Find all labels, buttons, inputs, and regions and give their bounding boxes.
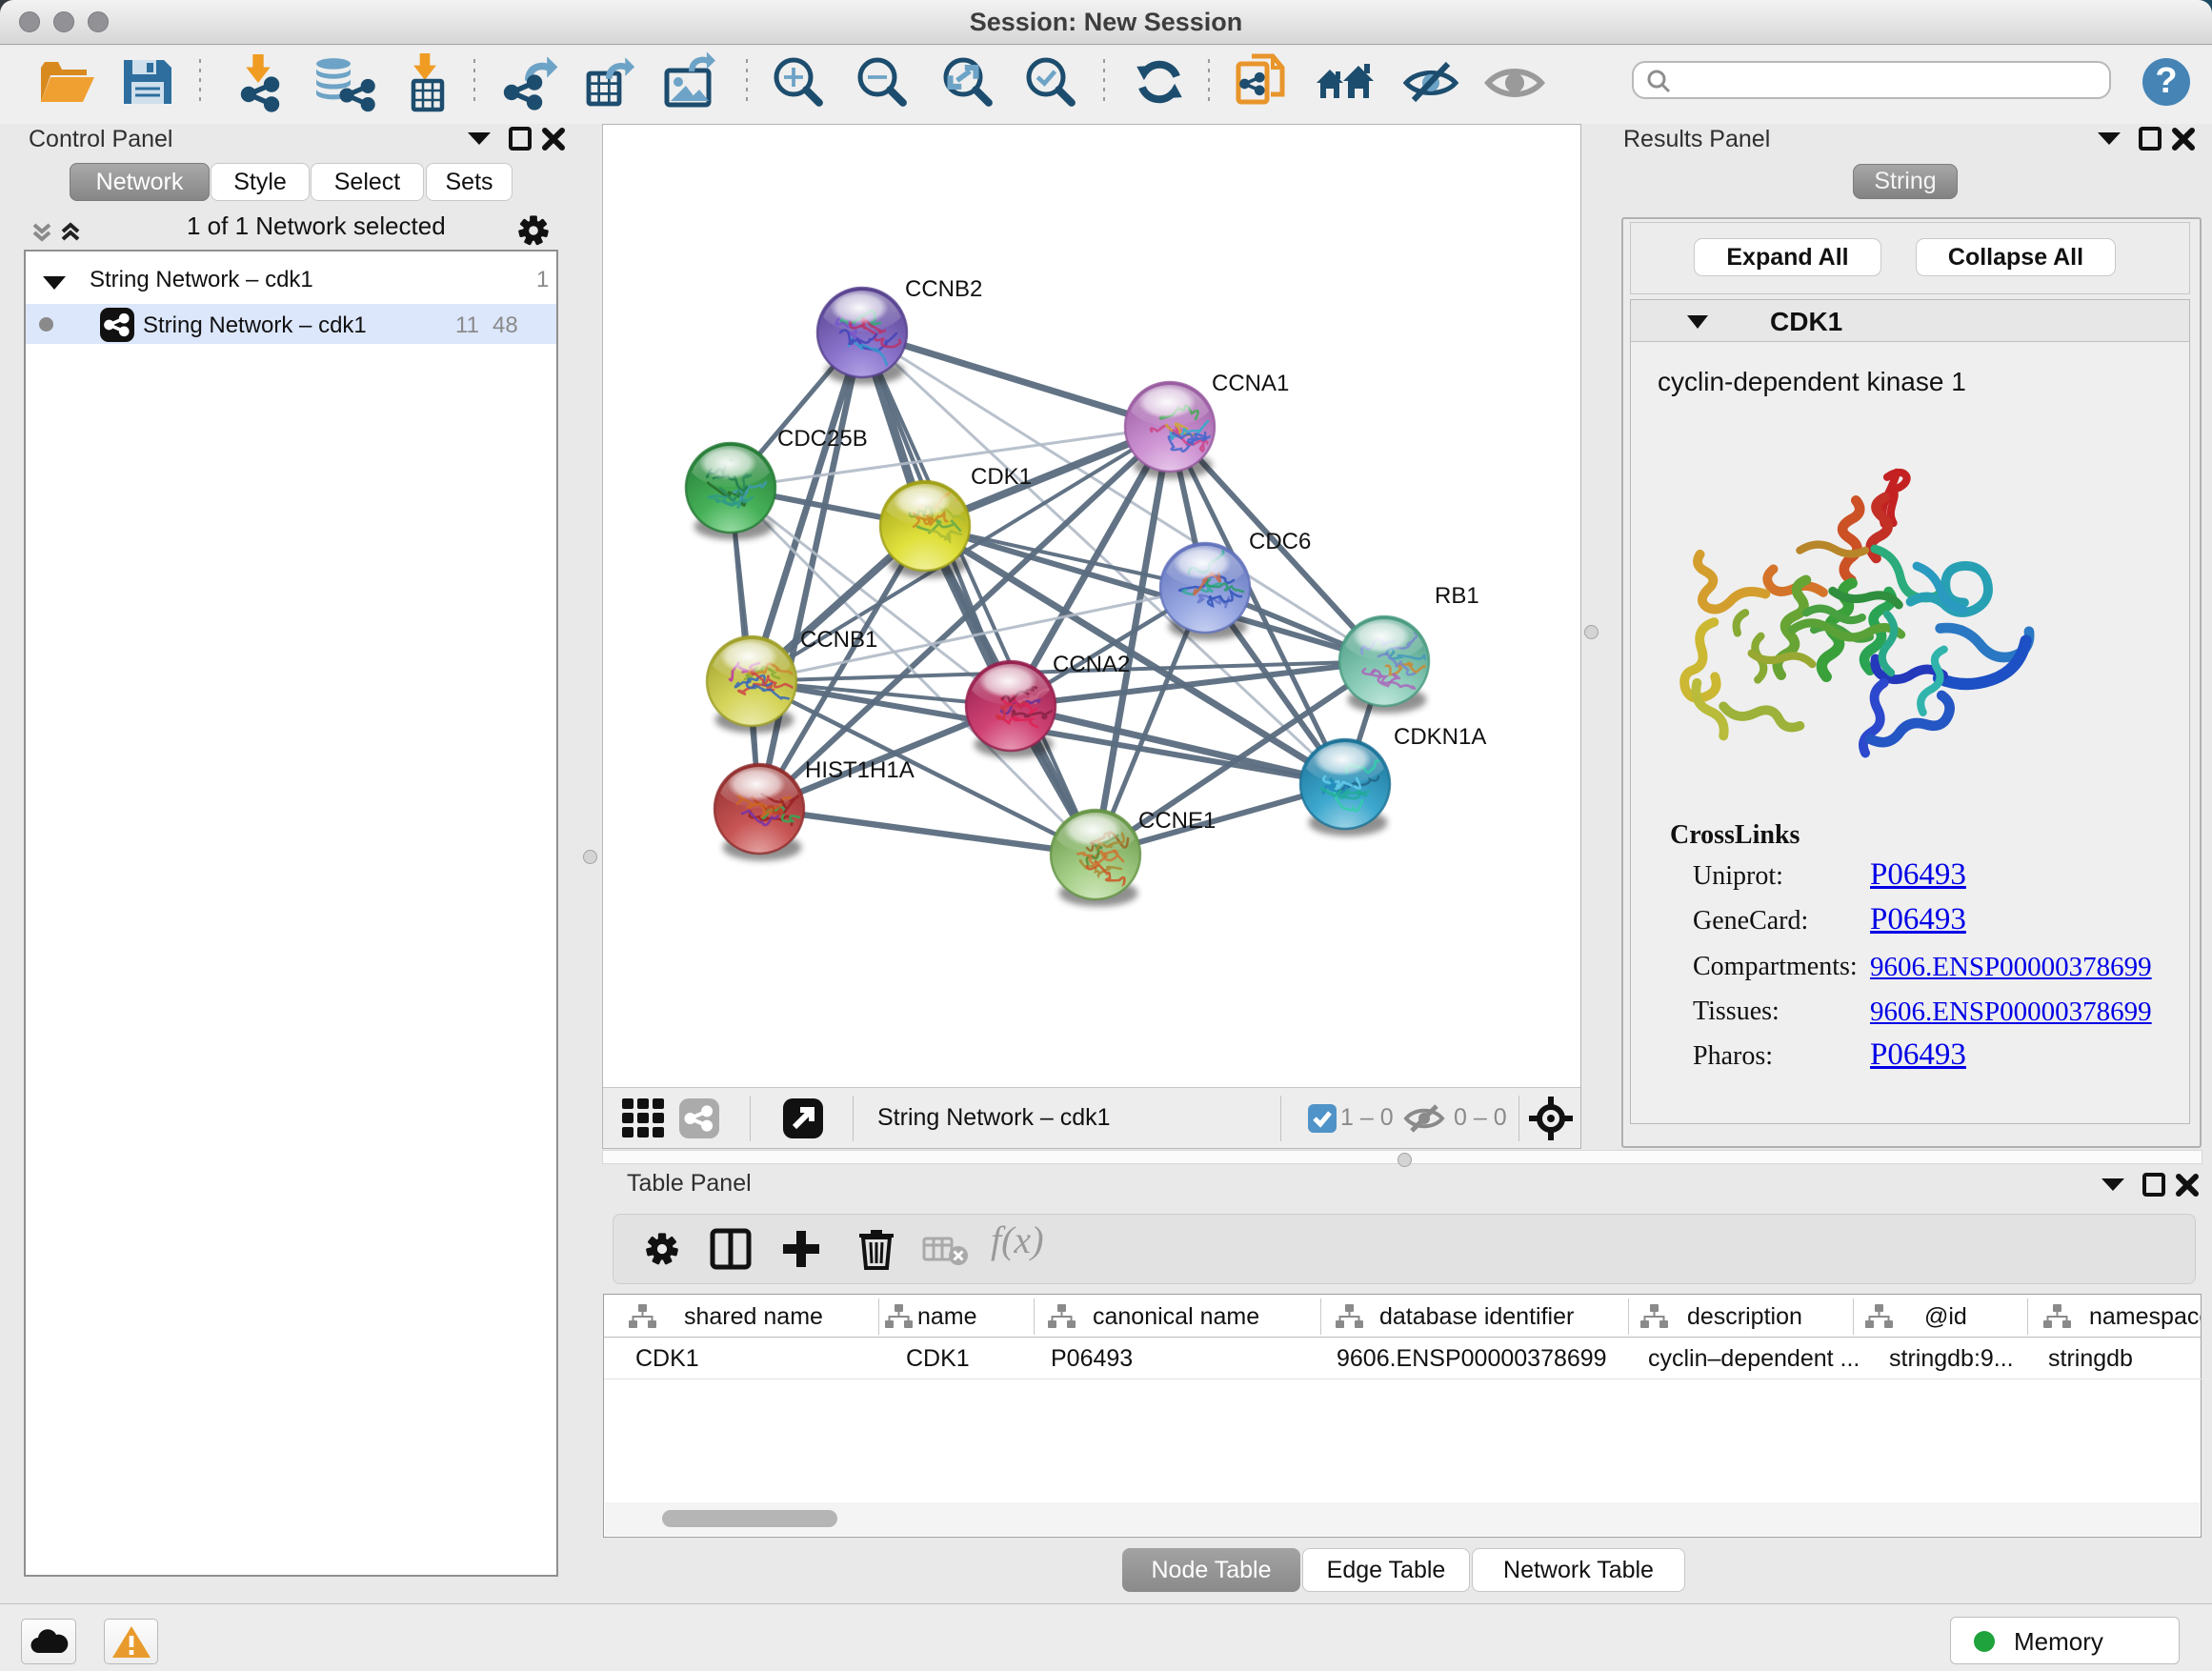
svg-text:CCNA1: CCNA1 [1212,371,1289,396]
svg-text:RB1: RB1 [1435,583,1479,609]
svg-text:CDC25B: CDC25B [777,426,868,452]
svg-text:CCNB2: CCNB2 [905,276,982,302]
svg-text:HIST1H1A: HIST1H1A [805,757,915,783]
svg-text:CCNB1: CCNB1 [800,627,877,653]
svg-text:CCNA2: CCNA2 [1053,652,1130,677]
svg-text:CDKN1A: CDKN1A [1394,724,1486,750]
svg-text:CDK1: CDK1 [971,464,1032,490]
svg-text:CCNE1: CCNE1 [1138,808,1216,834]
svg-text:CDC6: CDC6 [1249,529,1311,554]
